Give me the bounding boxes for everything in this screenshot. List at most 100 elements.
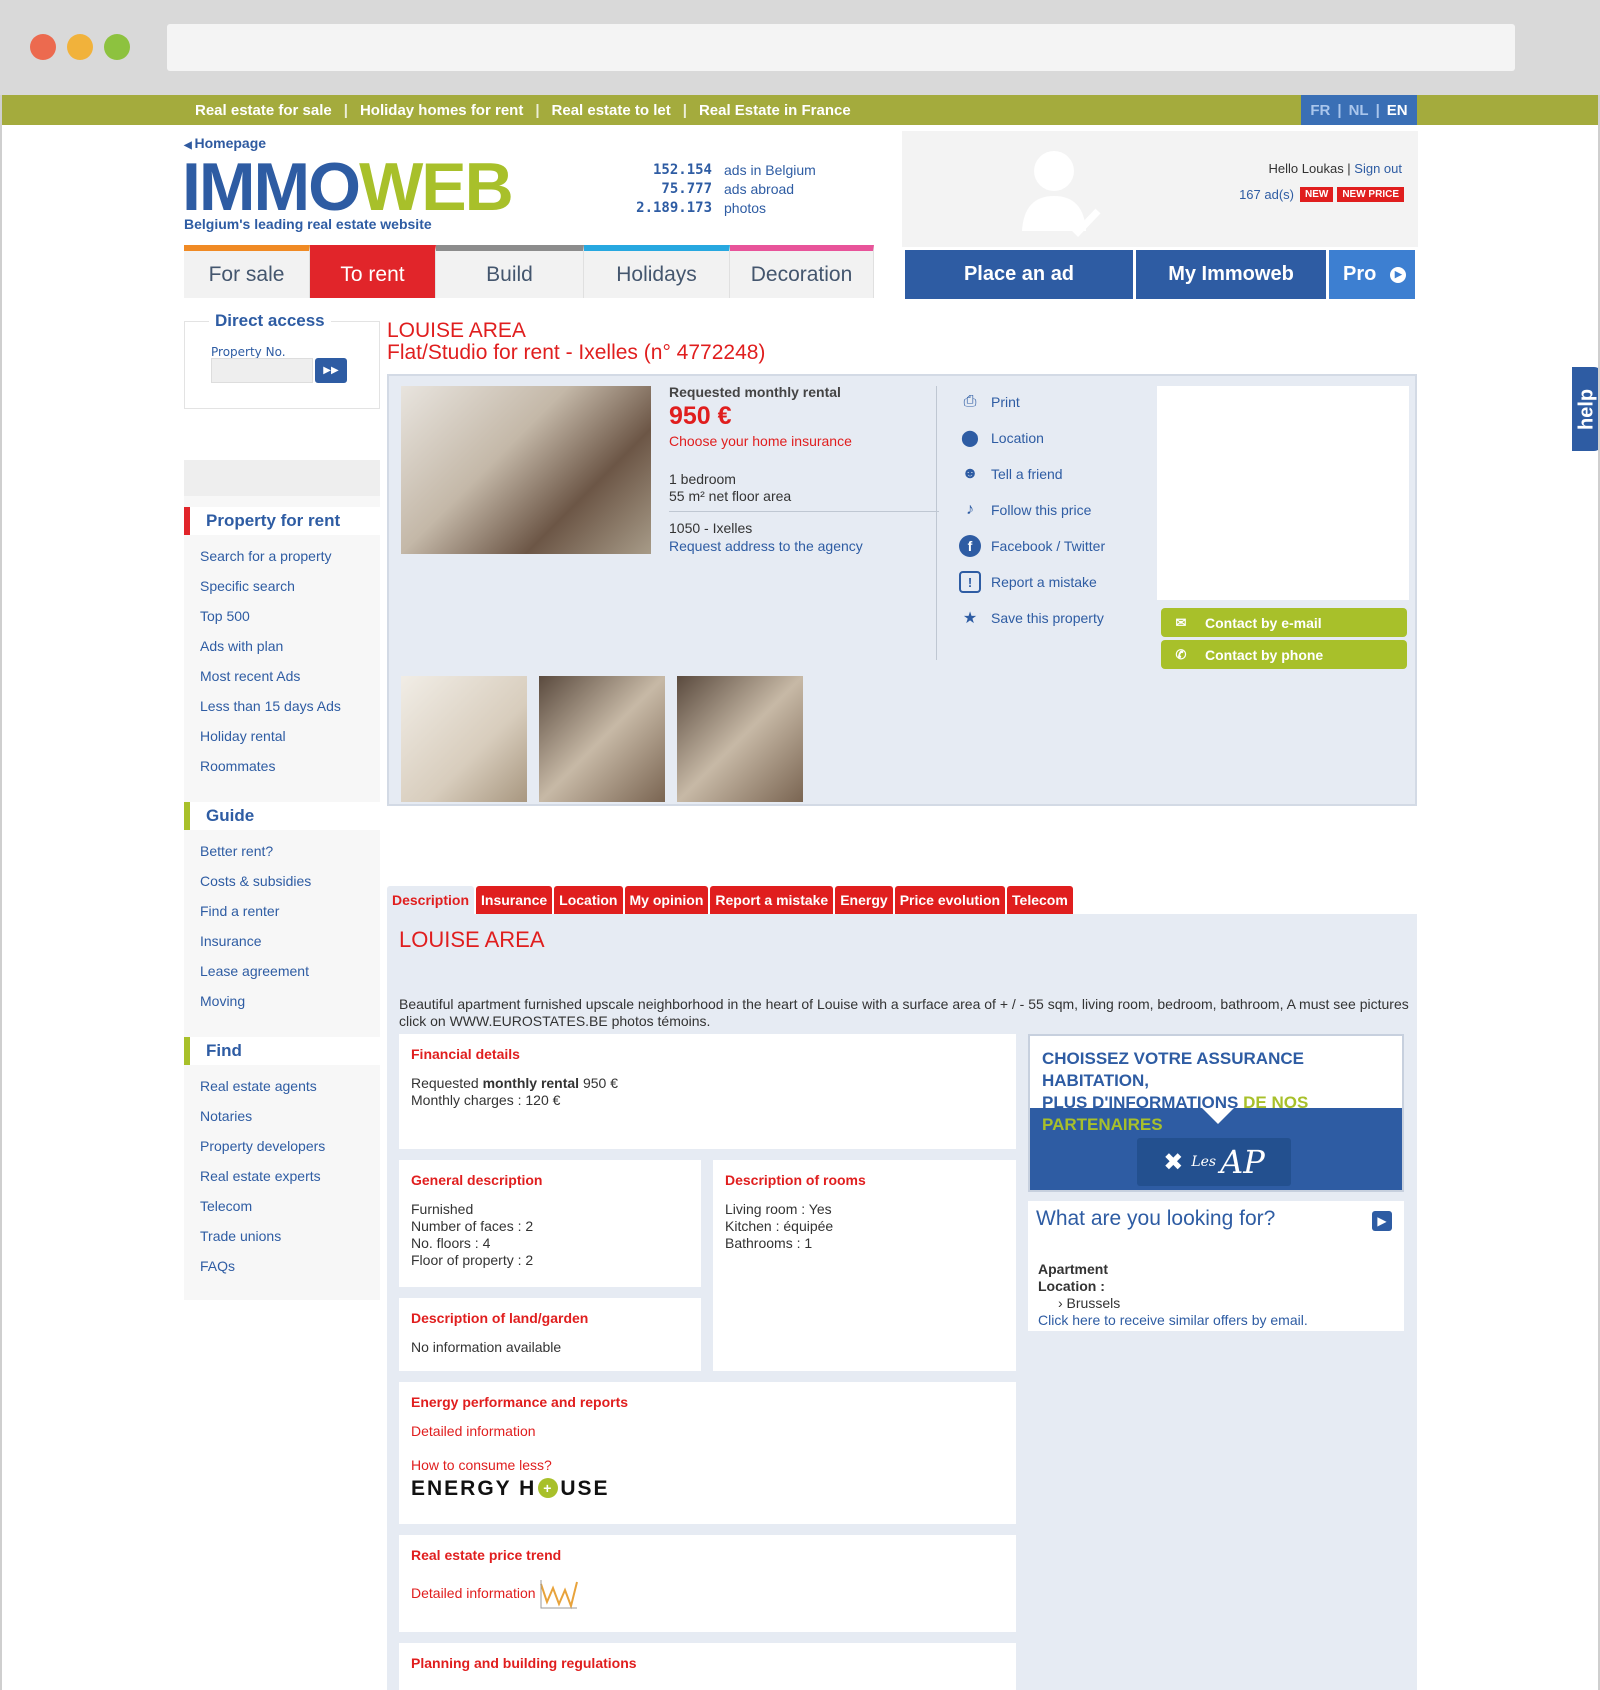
maximize-window-dot[interactable] <box>104 34 130 60</box>
tab-telecom[interactable]: Telecom <box>1007 886 1073 914</box>
topbar-link-let[interactable]: Real estate to let <box>552 102 671 119</box>
address-bar[interactable] <box>167 24 1515 71</box>
energy-house-logo[interactable]: ENERGY H + USE <box>411 1478 1004 1499</box>
save-property-action[interactable]: ★ Save this property <box>959 600 1105 636</box>
help-tab[interactable]: help <box>1572 367 1598 451</box>
sign-out-link[interactable]: Sign out <box>1354 161 1402 176</box>
sidebar-item[interactable]: Telecom <box>200 1198 252 1214</box>
criteria-location-label: Location : <box>1038 1278 1105 1294</box>
consume-less-link[interactable]: How to consume less? <box>411 1457 1004 1474</box>
sidebar-item[interactable]: Specific search <box>200 578 295 594</box>
place-ad-button[interactable]: Place an ad <box>905 250 1133 299</box>
tab-to-rent[interactable]: To rent <box>310 245 436 298</box>
tab-for-sale[interactable]: For sale <box>184 245 310 298</box>
tab-price-evolution[interactable]: Price evolution <box>894 886 1006 914</box>
separator: | <box>535 101 540 119</box>
lang-nl[interactable]: NL <box>1349 102 1369 119</box>
action-label: Location <box>991 430 1044 446</box>
topbar-link-france[interactable]: Real Estate in France <box>699 102 851 119</box>
pro-label: Pro <box>1343 263 1377 285</box>
sidebar-item[interactable]: Trade unions <box>200 1228 281 1244</box>
tell-friend-action[interactable]: ☻ Tell a friend <box>959 456 1105 492</box>
energy-detail-link[interactable]: Detailed information <box>411 1423 1004 1440</box>
ad-line2-c: ! <box>1162 1115 1173 1134</box>
stat-num: 152.154 <box>652 162 712 178</box>
sidebar-item[interactable]: Lease agreement <box>200 963 309 979</box>
tab-insurance[interactable]: Insurance <box>476 886 553 914</box>
agency-box <box>1157 386 1409 600</box>
sidebar-item[interactable]: Moving <box>200 993 245 1009</box>
sidebar-item[interactable]: Holiday rental <box>200 728 286 744</box>
general-line: No. floors : 4 <box>411 1235 491 1251</box>
sidebar-item[interactable]: Real estate agents <box>200 1078 317 1094</box>
lang-en[interactable]: EN <box>1387 102 1408 119</box>
action-label: Save this property <box>991 610 1104 626</box>
property-no-input[interactable] <box>211 358 313 383</box>
tab-holidays[interactable]: Holidays <box>584 245 730 298</box>
trend-detail-link[interactable]: Detailed information <box>411 1585 536 1602</box>
tab-energy[interactable]: Energy <box>835 886 893 914</box>
pro-button[interactable]: Pro ▶ <box>1329 250 1415 299</box>
photo-thumbnail[interactable] <box>539 676 665 802</box>
facebook-icon: f <box>959 535 981 557</box>
sidebar-item[interactable]: Costs & subsidies <box>200 873 311 889</box>
tab-decoration[interactable]: Decoration <box>730 245 874 298</box>
contact-phone-label: Contact by phone <box>1205 646 1324 663</box>
minimize-window-dot[interactable] <box>67 34 93 60</box>
similar-offers-link[interactable]: Click here to receive similar offers by … <box>1038 1312 1308 1328</box>
listing-title: LOUISE AREA Flat/Studio for rent - Ixell… <box>387 320 765 364</box>
land-card: Description of land/garden No informatio… <box>399 1298 701 1371</box>
location-action[interactable]: ⬤ Location <box>959 420 1105 456</box>
sidebar-item[interactable]: Real estate experts <box>200 1168 321 1184</box>
sidebar-item[interactable]: Property developers <box>200 1138 325 1154</box>
follow-price-action[interactable]: ♪ Follow this price <box>959 492 1105 528</box>
contact-email-button[interactable]: ✉ Contact by e-mail <box>1161 608 1407 637</box>
topbar-link-sale[interactable]: Real estate for sale <box>195 102 332 119</box>
facebook-twitter-action[interactable]: f Facebook / Twitter <box>959 528 1105 564</box>
insurance-link[interactable]: Choose your home insurance <box>669 433 939 449</box>
report-mistake-action[interactable]: ! Report a mistake <box>959 564 1105 600</box>
sidebar-item[interactable]: Ads with plan <box>200 638 283 654</box>
ad-text: CHOISSEZ VOTRE ASSURANCE HABITATION, PLU… <box>1030 1036 1402 1134</box>
chevron-right-icon[interactable]: ▶ <box>1372 1211 1392 1231</box>
general-line: Floor of property : 2 <box>411 1252 534 1268</box>
request-address-link[interactable]: Request address to the agency <box>669 538 939 554</box>
rent-line-bold: monthly rental <box>482 1075 580 1091</box>
sidebar-item[interactable]: Less than 15 days Ads <box>200 698 341 714</box>
sidebar-item[interactable]: Top 500 <box>200 608 250 624</box>
new-price-badge: NEW PRICE <box>1337 187 1404 202</box>
close-window-dot[interactable] <box>30 34 56 60</box>
looking-title: What are you looking for? <box>1036 1207 1276 1230</box>
topbar-link-holiday[interactable]: Holiday homes for rent <box>360 102 523 119</box>
my-immoweb-button[interactable]: My Immoweb <box>1136 250 1326 299</box>
sidebar-item[interactable]: Search for a property <box>200 548 332 564</box>
tab-build[interactable]: Build <box>436 245 584 298</box>
browser-chrome <box>0 0 1600 95</box>
sidebar-item[interactable]: Find a renter <box>200 903 279 919</box>
property-no-label: Property No. <box>211 345 286 359</box>
tab-description[interactable]: Description <box>387 886 475 914</box>
rent-line-pre: Requested <box>411 1075 483 1091</box>
sidebar-item[interactable]: Insurance <box>200 933 261 949</box>
contact-phone-button[interactable]: ✆ Contact by phone <box>1161 640 1407 669</box>
sidebar-item[interactable]: Most recent Ads <box>200 668 300 684</box>
lang-fr[interactable]: FR <box>1310 102 1330 119</box>
photo-thumbnail[interactable] <box>401 676 527 802</box>
sidebar-item[interactable]: Roommates <box>200 758 275 774</box>
sidebar-item[interactable]: Better rent? <box>200 843 273 859</box>
photo-thumbnail[interactable] <box>677 676 803 802</box>
my-ads-link[interactable]: 167 ad(s) <box>1239 187 1294 202</box>
go-button[interactable]: ▶▶ <box>315 358 347 383</box>
sidebar-item[interactable]: Notaries <box>200 1108 252 1124</box>
direct-access-box: Direct access Property No. ▶▶ <box>184 311 380 409</box>
insurance-ad[interactable]: CHOISSEZ VOTRE ASSURANCE HABITATION, PLU… <box>1028 1034 1404 1192</box>
tab-location[interactable]: Location <box>554 886 623 914</box>
sidebar-item[interactable]: FAQs <box>200 1258 235 1274</box>
tab-my-opinion[interactable]: My opinion <box>624 886 709 914</box>
divider <box>669 511 939 512</box>
tab-report-mistake[interactable]: Report a mistake <box>710 886 834 914</box>
print-action[interactable]: ⎙ Print <box>959 384 1105 420</box>
what-looking-for-box: What are you looking for? ▶ Apartment Lo… <box>1028 1201 1404 1331</box>
immoweb-logo[interactable]: IMMOWEB <box>182 153 514 221</box>
main-photo[interactable] <box>401 386 651 554</box>
